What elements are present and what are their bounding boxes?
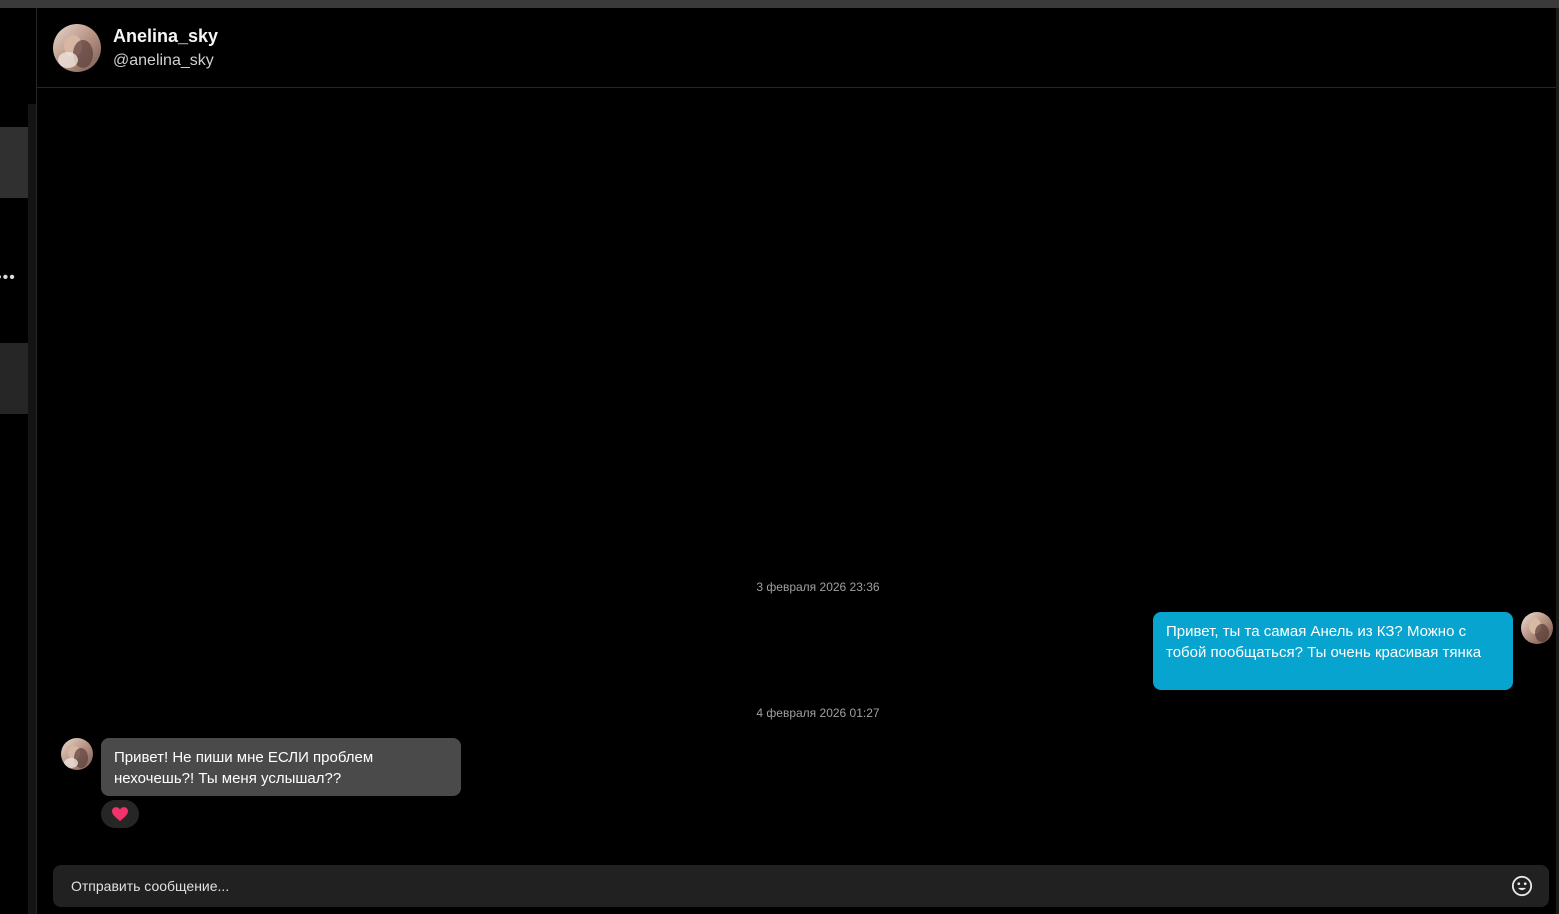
sidebar-scrollbar[interactable] <box>28 104 36 914</box>
message-timestamp: 3 февраля 2026 23:36 <box>756 580 880 594</box>
outgoing-message-bubble[interactable]: Привет, ты та самая Анель из КЗ? Можно с… <box>1153 612 1513 690</box>
contact-handle: @anelina_sky <box>113 52 214 69</box>
chat-panel: Anelina_sky @anelina_sky 3 февраля 2026 … <box>37 8 1559 914</box>
heart-icon <box>112 806 128 821</box>
message-composer <box>53 865 1549 907</box>
contact-avatar[interactable] <box>53 24 101 72</box>
emoji-icon[interactable] <box>1511 875 1533 897</box>
message-timestamp: 4 февраля 2026 01:27 <box>756 706 880 720</box>
contact-display-name[interactable]: Anelina_sky <box>113 26 218 47</box>
sidebar-conversation-item[interactable] <box>0 343 28 414</box>
conversation-sidebar: ••• <box>0 8 37 914</box>
more-options-icon[interactable]: ••• <box>0 270 16 286</box>
window-top-bar <box>0 0 1559 8</box>
message-reaction[interactable] <box>101 800 139 828</box>
contact-avatar-small[interactable] <box>61 738 93 770</box>
sidebar-conversation-item[interactable]: ••• <box>0 127 28 286</box>
chat-header: Anelina_sky @anelina_sky <box>37 8 1559 88</box>
message-input[interactable] <box>71 865 1471 907</box>
incoming-message-bubble[interactable]: Привет! Не пиши мне ЕСЛИ проблем нехочеш… <box>101 738 461 796</box>
sender-avatar[interactable] <box>1521 612 1553 644</box>
